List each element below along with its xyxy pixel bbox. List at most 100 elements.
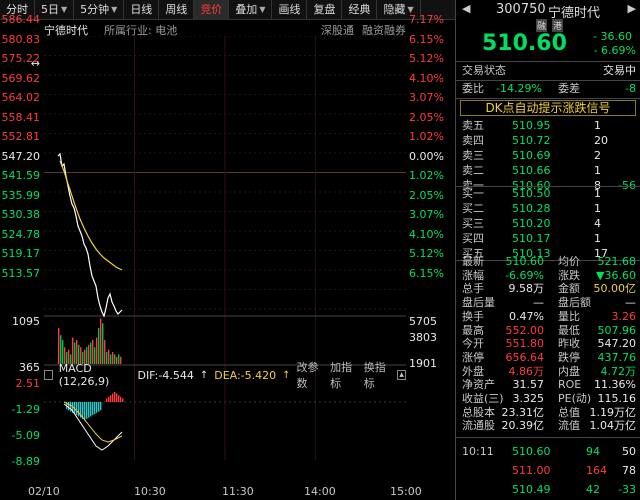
price-tick-label: 547.20 <box>1 149 41 163</box>
volume-bar <box>60 335 62 364</box>
dif-value: DIF:-4.544 <box>137 368 194 382</box>
bid-price: 510.50 <box>512 187 551 200</box>
dea-value: DEA:-5.420 <box>214 368 277 382</box>
order-diff-label: 委差 <box>558 82 580 95</box>
add-indicator-button[interactable]: 加指标 <box>330 359 358 391</box>
bid-volume: 1 <box>594 202 601 215</box>
macd-hist-bar <box>112 393 114 402</box>
ask-volume: 1 <box>594 119 601 132</box>
macd-hist-bar <box>84 402 86 420</box>
order-diff-value: -8 <box>625 82 636 95</box>
price-line <box>57 152 123 318</box>
ask-price: 510.72 <box>512 134 551 147</box>
order-ratio-value: -14.29% <box>496 82 542 95</box>
next-stock-icon[interactable]: ▶ <box>628 2 636 15</box>
macd-hist-bar <box>96 402 98 413</box>
left-price-axis: 586.44 580.83 575.22 569.62 564.02 558.41 552.… <box>0 14 44 468</box>
price-tick-label: 535.99 <box>1 188 41 202</box>
tab-1[interactable]: 5日 ▼ <box>35 0 75 20</box>
chevron-down-icon: ▼ <box>111 4 118 14</box>
chevron-down-icon: ▼ <box>61 4 68 14</box>
ask-volume: 20 <box>594 134 608 147</box>
macd-info-bar: MACD (12,26,9) DIF:-4.544 ↑ DEA:-5.420 ↑ 改… <box>44 361 406 390</box>
tab-6[interactable]: 叠加 ▼ <box>229 0 273 20</box>
macd-hist-bar <box>78 402 80 417</box>
percent-tick-label: 3.07% <box>409 91 444 104</box>
tab-5[interactable]: 竞价 <box>194 0 230 20</box>
macd-hist-bar <box>120 396 122 402</box>
order-ratio-label: 委比 <box>462 82 484 95</box>
ask-level-label: 卖二 <box>462 164 484 177</box>
macd-toggle-checkbox[interactable] <box>44 370 53 380</box>
tab-9[interactable]: 经典 <box>342 0 378 20</box>
percent-tick-label: 4.10% <box>409 227 444 241</box>
bid-level-label: 买四 <box>462 232 484 245</box>
volume-bar <box>90 342 92 364</box>
tick-price: 511.00 <box>512 464 551 477</box>
macd-close-icon[interactable]: ▴ <box>397 370 406 380</box>
change-params-button[interactable]: 改参数 <box>297 359 325 391</box>
macd-tick-label: 2.51 <box>15 377 41 390</box>
ask-level-label: 卖五 <box>462 119 484 132</box>
volume-tick-label: 1901 <box>409 357 437 370</box>
quote-header: ◀ 300750 宁德时代 ▶ 融 港 510.60 - 36.60 - 6.6… <box>456 0 640 60</box>
percent-tick-label: 1.02% <box>409 169 444 182</box>
volume-bar <box>58 328 60 364</box>
tick-price: 510.60 <box>512 445 551 458</box>
bid-price: 510.20 <box>512 217 551 230</box>
price-tick-label: 586.44 <box>1 13 41 26</box>
trade-status-row: 交易状态 交易中 <box>456 63 640 79</box>
macd-hist-bar <box>106 398 108 402</box>
switch-indicator-button[interactable]: 换指标 <box>364 359 392 391</box>
macd-hist-bar <box>76 402 78 416</box>
macd-hist-bar <box>68 402 70 411</box>
ask-price: 510.95 <box>512 119 551 132</box>
tab-7[interactable]: 画线 <box>272 0 308 20</box>
bid-row: 买三 510.20 4 <box>456 216 640 232</box>
bid-volume: 4 <box>594 217 601 230</box>
price-tick-label: 524.78 <box>1 227 41 241</box>
trade-status-label: 交易状态 <box>462 64 506 77</box>
volume-tick-label: 1095 <box>12 315 40 328</box>
macd-hist-bar <box>108 396 110 402</box>
macd-hist-bar <box>90 402 92 417</box>
tick-count: -33 <box>618 483 636 496</box>
tab-8[interactable]: 复盘 <box>307 0 343 20</box>
percent-tick-label: 0.00% <box>409 149 444 163</box>
trade-status-value: 交易中 <box>603 64 636 77</box>
macd-hist-bar <box>92 402 94 416</box>
stat-label: 流通股 <box>462 419 495 433</box>
macd-hist-bar <box>116 393 118 402</box>
prev-stock-icon[interactable]: ◀ <box>462 2 470 15</box>
volume-bar <box>92 340 94 364</box>
macd-hist-bar <box>98 402 100 412</box>
expand-arrows-icon[interactable]: ↔ <box>31 58 40 70</box>
bid-row: 买四 510.17 1 <box>456 231 640 247</box>
price-tick-label: 552.81 <box>1 130 41 143</box>
volume-bar <box>98 328 100 364</box>
volume-bar <box>72 337 74 364</box>
stat-value: 1.04万亿 <box>589 419 637 433</box>
ask-row: 卖四 510.72 20 <box>456 133 640 149</box>
percent-tick-label: 6.15% <box>409 32 444 46</box>
tab-2[interactable]: 5分钟 ▼ <box>74 0 125 20</box>
dif-arrow-icon: ↑ <box>199 369 209 381</box>
order-ratio-row: 委比 -14.29% 委差 -8 <box>456 81 640 97</box>
price-tick-label: 580.83 <box>1 32 41 46</box>
quote-panel: ◀ 300750 宁德时代 ▶ 融 港 510.60 - 36.60 - 6.6… <box>456 0 640 500</box>
dk-signal-banner[interactable]: DK点自动提示涨跌信号 <box>460 100 636 116</box>
volume-bar <box>104 340 106 364</box>
volume-bar <box>62 340 64 364</box>
tab-4[interactable]: 周线 <box>159 0 195 20</box>
macd-hist-bar <box>118 395 120 402</box>
ask-volume: 2 <box>594 149 601 162</box>
ask-level-label: 卖四 <box>462 134 484 147</box>
tick-count: 50 <box>622 445 636 458</box>
intraday-chart[interactable] <box>44 36 406 460</box>
volume-bar <box>74 342 76 364</box>
tab-3[interactable]: 日线 <box>124 0 160 20</box>
stat-label: 流值 <box>558 419 580 433</box>
macd-hist-bar <box>70 402 72 412</box>
volume-tick-label: 365 <box>19 361 40 374</box>
volume-bar <box>102 323 104 364</box>
